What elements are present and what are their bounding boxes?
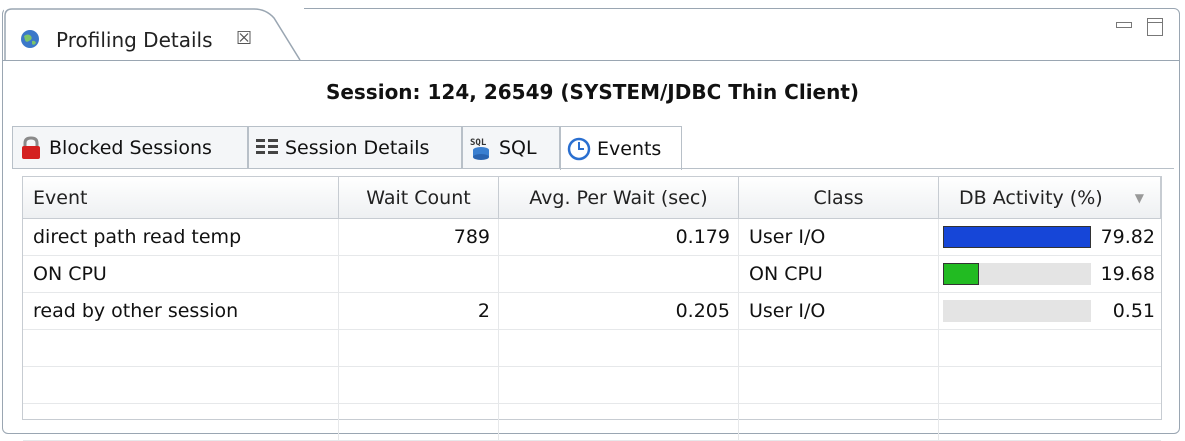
cell-db-activity: 79.82 [939,219,1161,256]
cell-avg-per-wait [499,256,739,293]
table-row [23,330,1161,367]
tab-session-details[interactable]: Session Details [248,126,462,168]
globe-icon [20,29,40,49]
cell-wait-count: 2 [339,293,499,330]
cell-event [23,367,339,404]
cell-event: read by other session [23,293,339,330]
tab-blocked-sessions[interactable]: Blocked Sessions [12,126,248,168]
cell-wait-count [339,330,499,367]
clock-icon [567,137,591,161]
column-header-db-activity-label: DB Activity (%) [959,187,1103,209]
db-activity-bar [943,263,1091,285]
cell-wait-count [339,404,499,441]
minimize-icon[interactable] [1116,22,1132,28]
table-row [23,404,1161,441]
table-row[interactable]: ON CPU ON CPU 19.68 [23,256,1161,293]
cell-wait-count [339,367,499,404]
cell-db-activity: 0.51 [939,293,1161,330]
cell-avg-per-wait [499,330,739,367]
column-header-avg-per-wait[interactable]: Avg. Per Wait (sec) [499,177,739,219]
sql-icon: SQL [469,136,493,160]
cell-avg-per-wait: 0.205 [499,293,739,330]
sort-descending-icon: ▼ [1134,191,1144,205]
table-row [23,367,1161,404]
cell-class [739,367,939,404]
cell-db-activity [939,367,1161,404]
cell-wait-count: 789 [339,219,499,256]
details-icon [255,136,279,160]
session-label: Session: 124, 26549 (SYSTEM/JDBC Thin Cl… [325,80,860,104]
db-activity-bar-fill [943,263,979,285]
cell-avg-per-wait: 0.179 [499,219,739,256]
cell-wait-count [339,256,499,293]
close-icon[interactable]: ☒ [236,28,252,49]
cell-db-activity [939,330,1161,367]
tab-sql[interactable]: SQL SQL [462,126,560,168]
column-header-class[interactable]: Class [739,177,939,219]
view-tab[interactable]: Profiling Details ☒ [4,8,304,60]
maximize-icon[interactable] [1147,18,1163,36]
view-header-divider [3,60,1179,61]
tab-bar-divider [12,168,1174,169]
cell-class [739,330,939,367]
db-activity-value: 0.51 [1112,300,1155,322]
db-activity-value: 19.68 [1100,263,1155,285]
cell-class: User I/O [739,219,939,256]
table-row[interactable]: read by other session 2 0.205 User I/O 0.51 [23,293,1161,330]
column-header-wait-count[interactable]: Wait Count [339,177,499,219]
cell-event [23,330,339,367]
tab-label: SQL [499,136,537,159]
cell-class [739,404,939,441]
cell-event [23,404,339,441]
cell-event: ON CPU [23,256,339,293]
tab-events[interactable]: Events [560,126,682,170]
column-header-event[interactable]: Event [23,177,339,219]
db-activity-value: 79.82 [1100,226,1155,248]
db-activity-bar-fill [943,226,1091,248]
cell-class: ON CPU [739,256,939,293]
cell-event: direct path read temp [23,219,339,256]
cell-db-activity [939,404,1161,441]
db-activity-bar [943,226,1091,248]
cell-class: User I/O [739,293,939,330]
tab-label: Blocked Sessions [49,136,212,159]
table-row[interactable]: direct path read temp 789 0.179 User I/O 79.… [23,219,1161,256]
tab-label: Session Details [285,136,430,159]
svg-text:SQL: SQL [470,138,487,148]
events-table: Event Wait Count Avg. Per Wait (sec) Cla… [22,176,1162,441]
column-header-db-activity[interactable]: DB Activity (%) ▼ [939,177,1161,219]
view-title: Profiling Details [56,28,213,52]
cell-avg-per-wait [499,404,739,441]
tab-label: Events [597,137,662,160]
cell-db-activity: 19.68 [939,256,1161,293]
db-activity-bar [943,300,1091,322]
cell-avg-per-wait [499,367,739,404]
lock-icon [19,135,43,160]
